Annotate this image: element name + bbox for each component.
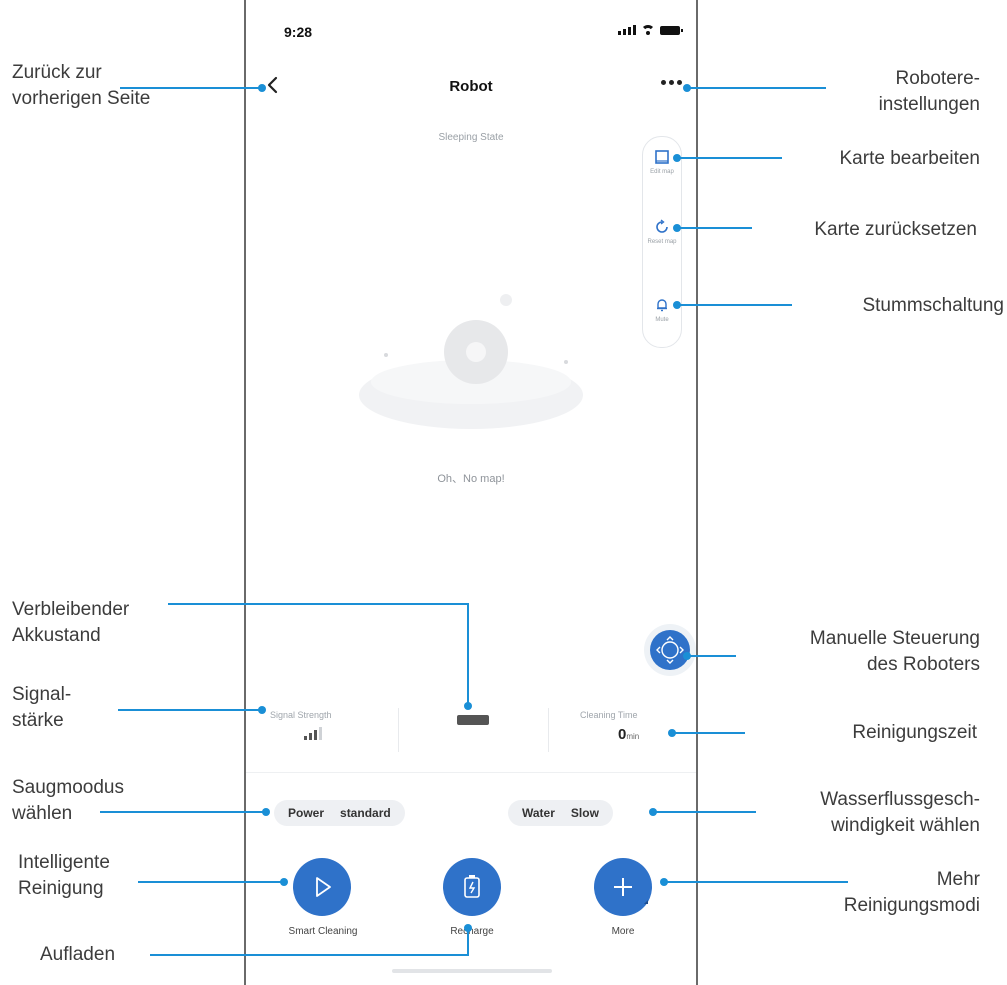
callout-water-flow: Wasserflussgesch- windigkeit wählen xyxy=(820,789,980,836)
callout-suction: Saugmoodus wählen xyxy=(12,777,124,824)
callout-battery: Verbleibender Akkustand xyxy=(12,599,130,646)
callout-mute: Stummschaltung xyxy=(862,295,1004,316)
callout-reset-map: Karte zurücksetzen xyxy=(814,219,977,240)
callout-settings: Robotere- instellungen xyxy=(878,68,980,115)
callout-recharge: Aufladen xyxy=(40,944,116,965)
callout-signal: Signal- stärke xyxy=(12,684,72,731)
callout-cleaning-time: Reinigungszeit xyxy=(852,722,977,743)
callout-manual-control: Manuelle Steuerung des Roboters xyxy=(809,628,980,675)
callout-smart-cleaning: Intelligente Reinigung xyxy=(18,852,110,899)
callout-edit-map: Karte bearbeiten xyxy=(839,148,981,169)
callout-more-modes: Mehr Reinigungsmodi xyxy=(843,869,980,916)
callout-back: Zurück zur vorherigen Seite xyxy=(12,62,151,109)
leader-recharge xyxy=(150,928,469,956)
leader-battery xyxy=(168,603,469,706)
